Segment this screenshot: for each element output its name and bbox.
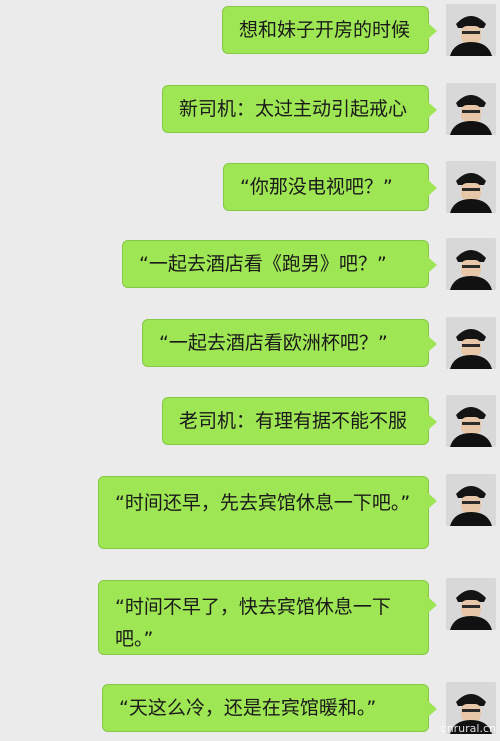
message-bubble[interactable]: “时间不早了，快去宾馆休息一下吧。”	[98, 580, 437, 655]
message-text: 想和妹子开房的时候	[239, 19, 411, 41]
message-bubble[interactable]: “时间还早，先去宾馆休息一下吧。”	[98, 476, 437, 549]
message-bubble[interactable]: 想和妹子开房的时候	[222, 6, 437, 54]
user-avatar-icon	[446, 578, 496, 630]
user-avatar-icon	[446, 317, 496, 369]
message-bubble[interactable]: 老司机：有理有据不能不服	[162, 397, 437, 445]
avatar[interactable]	[446, 578, 496, 630]
avatar[interactable]	[446, 395, 496, 447]
chat-window[interactable]: 想和妹子开房的时候 新司机：太过主动引起戒心 “你那没电视吧？” “一起去酒店看…	[0, 0, 500, 741]
message-bubble[interactable]: “你那没电视吧？”	[223, 163, 437, 211]
message-text: “一起去酒店看《跑男》吧？”	[139, 253, 387, 275]
user-avatar-icon	[446, 474, 496, 526]
message-text: “时间还早，先去宾馆休息一下吧。”	[115, 492, 411, 514]
message-text: “你那没电视吧？”	[240, 176, 393, 198]
message-text: “时间不早了，快去宾馆休息一下吧。”	[115, 596, 391, 650]
message-bubble[interactable]: “一起去酒店看欧洲杯吧？”	[142, 319, 437, 367]
message-bubble[interactable]: “天这么冷，还是在宾馆暖和。”	[102, 684, 437, 732]
avatar[interactable]	[446, 317, 496, 369]
avatar[interactable]	[446, 238, 496, 290]
user-avatar-icon	[446, 161, 496, 213]
avatar[interactable]	[446, 4, 496, 56]
watermark: cnrural.cn	[440, 722, 496, 735]
message-bubble[interactable]: “一起去酒店看《跑男》吧？”	[122, 240, 437, 288]
user-avatar-icon	[446, 395, 496, 447]
user-avatar-icon	[446, 238, 496, 290]
message-text: “一起去酒店看欧洲杯吧？”	[159, 332, 388, 354]
user-avatar-icon	[446, 83, 496, 135]
message-text: 新司机：太过主动引起戒心	[179, 98, 408, 120]
message-text: “天这么冷，还是在宾馆暖和。”	[119, 697, 377, 719]
message-text: 老司机：有理有据不能不服	[179, 410, 408, 432]
avatar[interactable]	[446, 83, 496, 135]
avatar[interactable]	[446, 474, 496, 526]
avatar[interactable]	[446, 161, 496, 213]
message-bubble[interactable]: 新司机：太过主动引起戒心	[162, 85, 437, 133]
user-avatar-icon	[446, 4, 496, 56]
